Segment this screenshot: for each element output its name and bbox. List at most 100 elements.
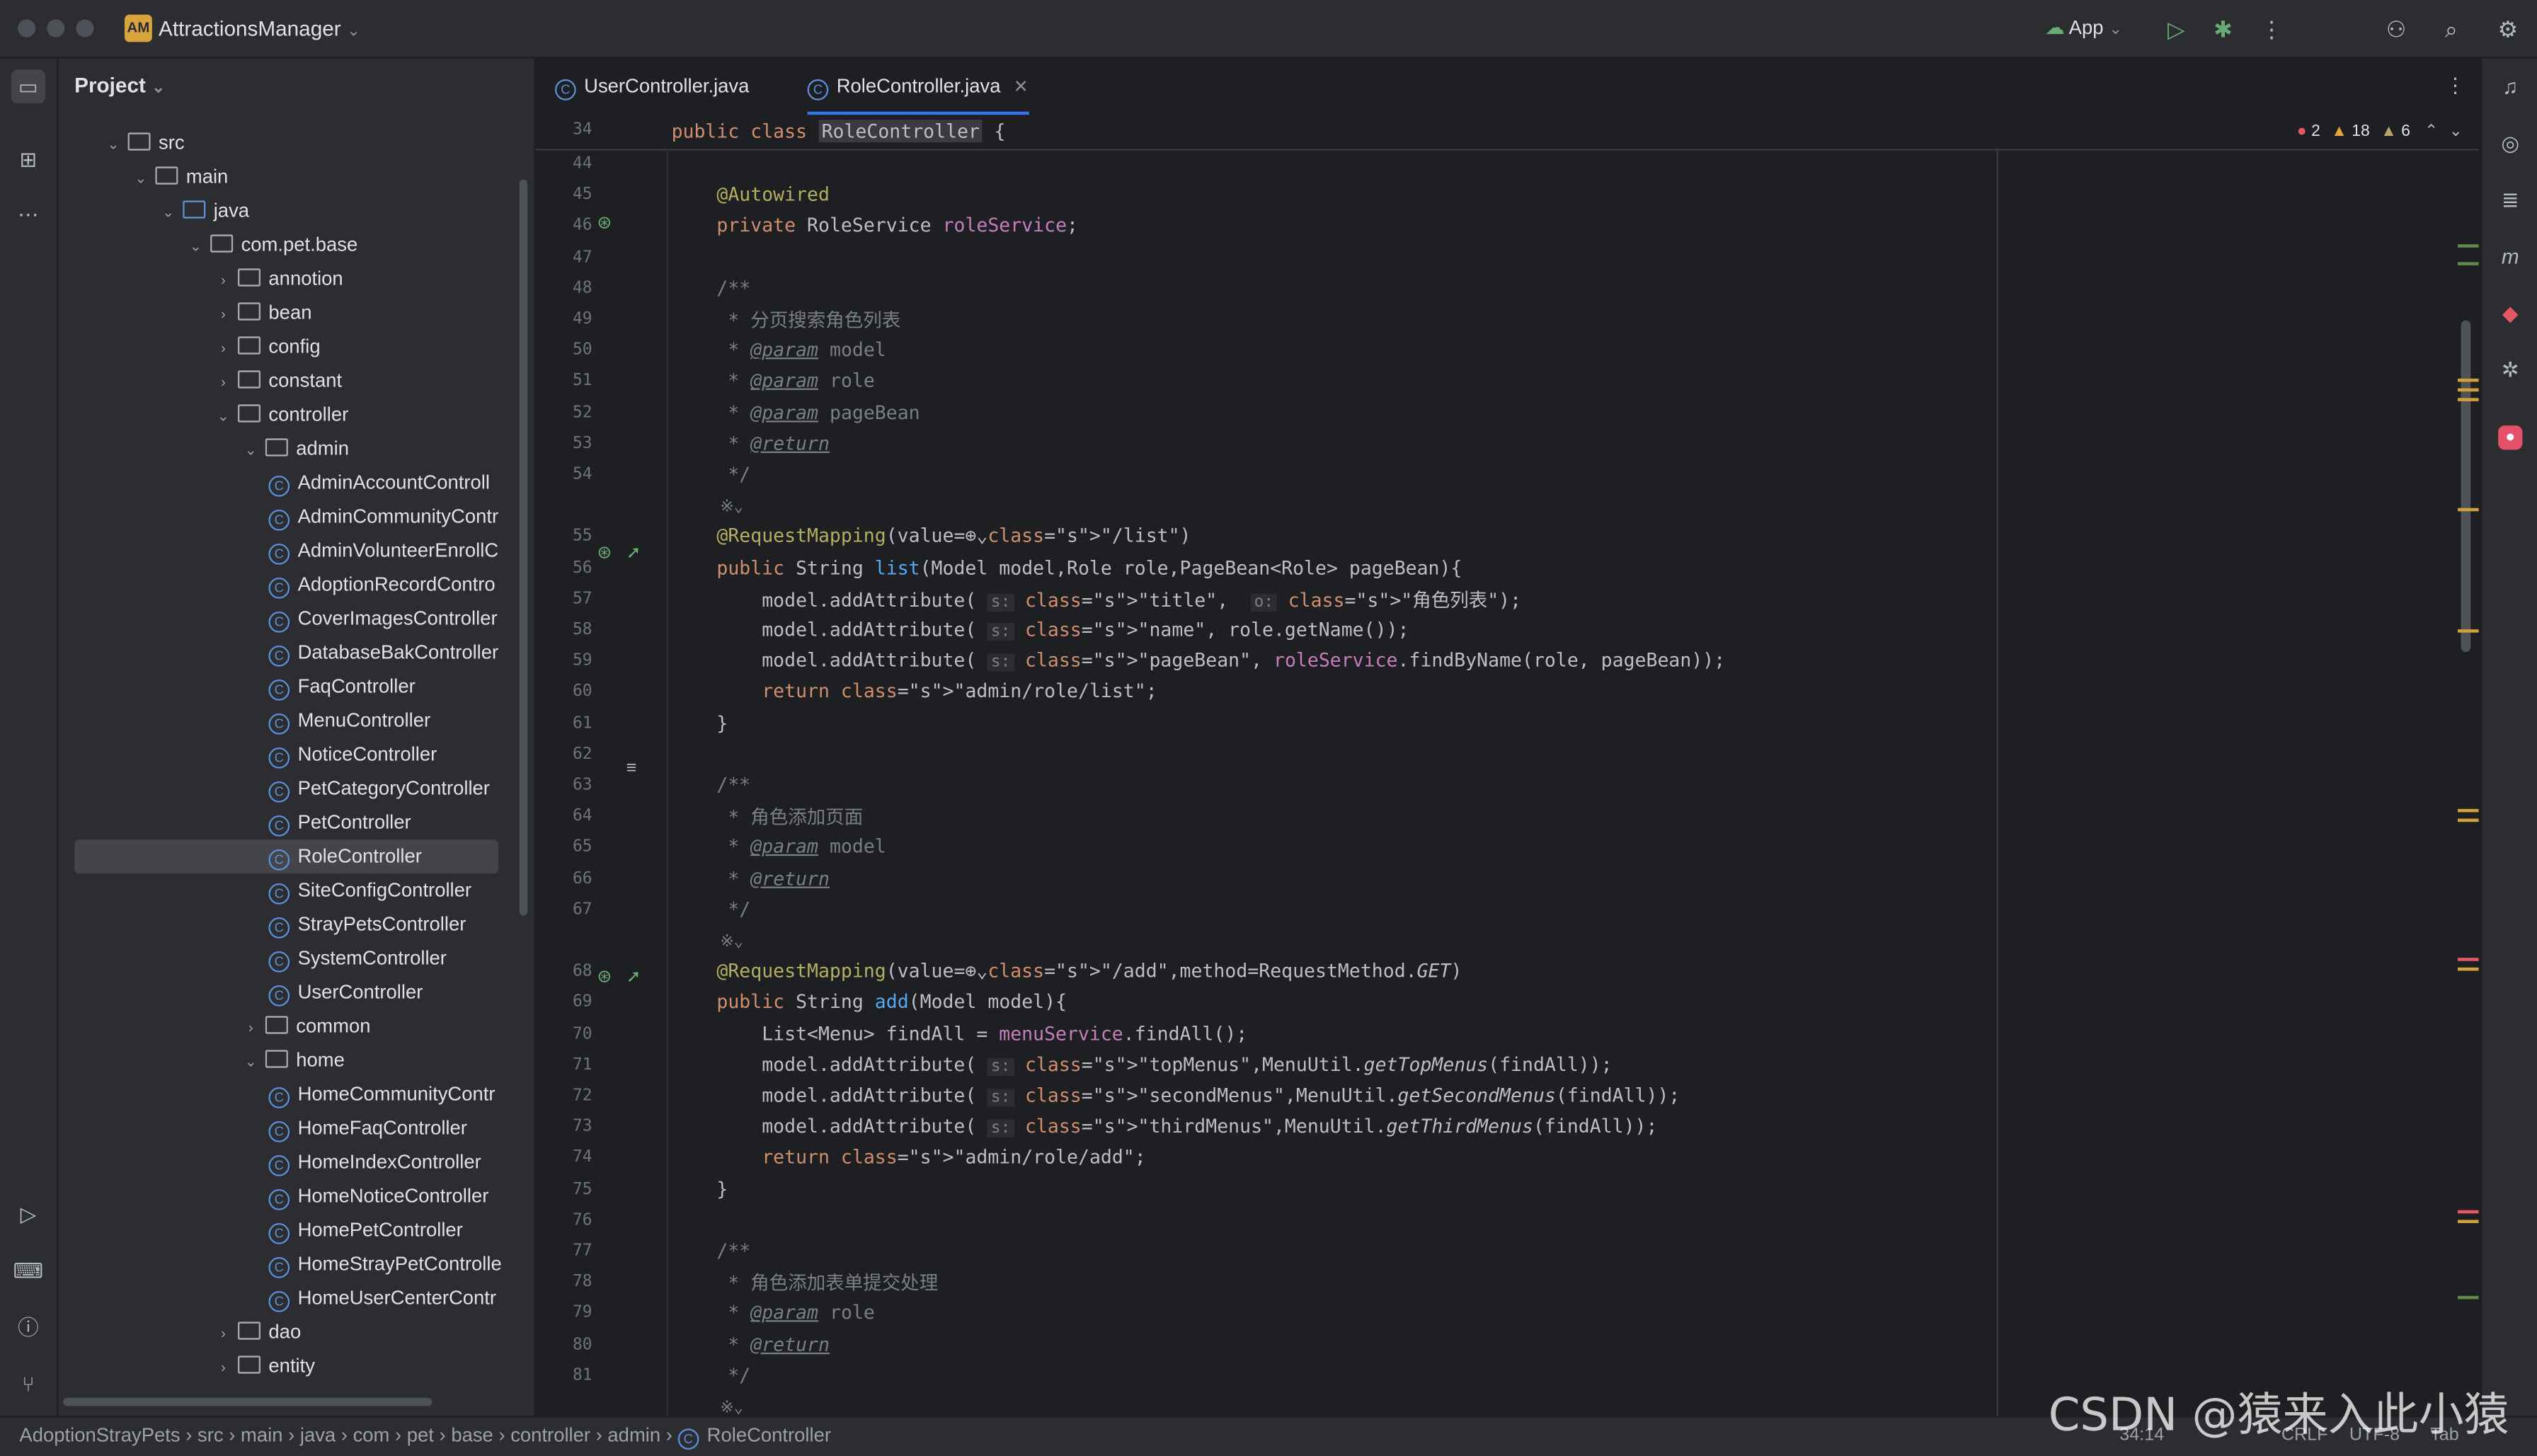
breadcrumb-item[interactable]: base bbox=[451, 1423, 493, 1446]
chevron-down-icon[interactable]: ⌄ bbox=[186, 230, 205, 263]
code-line[interactable]: * 角色添加页面 bbox=[672, 804, 863, 830]
tab-rolecontroller[interactable]: C RoleController.java ✕ bbox=[807, 58, 1029, 115]
tree-item-class[interactable]: C SiteConfigController bbox=[58, 873, 519, 907]
code-line[interactable]: } bbox=[672, 1177, 728, 1200]
breadcrumb-item[interactable]: controller bbox=[510, 1423, 590, 1446]
previous-highlight-icon[interactable]: ⌃ bbox=[2424, 123, 2438, 141]
code-line[interactable]: */ bbox=[672, 1363, 750, 1386]
chevron-right-icon[interactable]: › bbox=[214, 366, 233, 399]
minimize-window-button[interactable] bbox=[47, 19, 65, 38]
code-line[interactable]: @RequestMapping(value=⊕⌄class="s">"/add"… bbox=[672, 960, 1462, 982]
warning-marker[interactable] bbox=[2458, 967, 2479, 971]
breadcrumb-item[interactable]: RoleController bbox=[707, 1423, 831, 1446]
close-window-button[interactable] bbox=[18, 19, 36, 38]
code-line[interactable]: public String list(Model model,Role role… bbox=[672, 556, 1462, 578]
tree-item-class[interactable]: C DatabaseBakController bbox=[58, 636, 519, 670]
code-line[interactable]: model.addAttribute( s: class="s">"topMen… bbox=[672, 1053, 1613, 1076]
breadcrumb-item[interactable]: main bbox=[241, 1423, 282, 1446]
code-line[interactable]: List<Menu> findAll = menuService.findAll… bbox=[672, 1022, 1247, 1045]
tree-item-class[interactable]: C AdminAccountControll bbox=[58, 466, 519, 500]
tree-item-class[interactable]: C HomeUserCenterContr bbox=[58, 1281, 519, 1315]
change-marker[interactable] bbox=[2458, 1295, 2479, 1300]
warning-marker[interactable] bbox=[2458, 378, 2479, 382]
more-actions-icon[interactable]: ⋮ bbox=[2255, 13, 2288, 45]
code-line[interactable]: model.addAttribute( s: class="s">"name",… bbox=[672, 618, 1409, 641]
breadcrumb-item[interactable]: src bbox=[197, 1423, 224, 1446]
debug-icon[interactable]: ✱ bbox=[2207, 13, 2240, 45]
code-line[interactable]: * 分页搜索角色列表 bbox=[672, 307, 900, 333]
breadcrumb-item[interactable]: pet bbox=[407, 1423, 434, 1446]
breadcrumb-item[interactable]: admin bbox=[607, 1423, 660, 1446]
code-line[interactable]: * @param model bbox=[672, 338, 886, 361]
change-marker[interactable] bbox=[2458, 244, 2479, 248]
bean-gutter-icon[interactable]: ⊛ bbox=[597, 212, 612, 233]
project-tree-scrollbar[interactable] bbox=[519, 179, 528, 916]
sticky-header-line[interactable]: 34 public class RoleController { bbox=[535, 115, 2479, 151]
code-line[interactable]: return class="s">"admin/role/list"; bbox=[672, 680, 1157, 703]
project-panel-title[interactable]: Project ⌄ bbox=[74, 73, 165, 97]
inspection-widget[interactable]: ● 2 ▲ 18 ▲ 6 ⌃ ⌄ bbox=[2297, 123, 2463, 141]
tab-usercontroller[interactable]: C UserController.java bbox=[555, 58, 749, 115]
code-line[interactable]: /** bbox=[672, 1239, 750, 1262]
code-line[interactable]: */ bbox=[672, 463, 750, 486]
tree-item-class[interactable]: C PetController bbox=[58, 806, 519, 839]
code-line[interactable]: ※⌄ bbox=[672, 1394, 743, 1416]
close-tab-icon[interactable]: ✕ bbox=[1014, 78, 1029, 97]
tree-item-class[interactable]: C StrayPetsController bbox=[58, 907, 519, 941]
code-line[interactable]: * 角色添加表单提交处理 bbox=[672, 1271, 938, 1297]
tree-item-class[interactable]: C RoleController bbox=[74, 839, 499, 874]
warning-marker[interactable] bbox=[2458, 388, 2479, 392]
run-config-selector[interactable]: ☁ App ⌄ bbox=[2045, 16, 2122, 39]
code-line[interactable]: } bbox=[672, 711, 728, 734]
code-line[interactable]: private RoleService roleService; bbox=[672, 214, 1078, 237]
tree-item-class[interactable]: C HomeFaqController bbox=[58, 1111, 519, 1145]
tree-item-class[interactable]: C HomeIndexController bbox=[58, 1145, 519, 1179]
tree-item-class[interactable]: C NoticeController bbox=[58, 738, 519, 772]
tree-item-class[interactable]: C MenuController bbox=[58, 704, 519, 738]
plugin-gear-icon[interactable]: ✲ bbox=[2493, 352, 2527, 386]
tree-item-class[interactable]: C CoverImagesController bbox=[58, 602, 519, 636]
tree-item-class[interactable]: C PetCategoryController bbox=[58, 772, 519, 806]
tree-item-folder[interactable]: › config bbox=[58, 330, 519, 364]
search-icon[interactable]: ⌕ bbox=[2435, 13, 2468, 45]
code-line[interactable]: model.addAttribute( s: class="s">"title"… bbox=[672, 587, 1521, 613]
tree-item-folder[interactable]: ⌄ controller bbox=[58, 398, 519, 432]
tree-item-folder[interactable]: › bean bbox=[58, 296, 519, 330]
code-line[interactable]: return class="s">"admin/role/add"; bbox=[672, 1146, 1146, 1169]
code-line[interactable]: * @param pageBean bbox=[672, 401, 920, 423]
chevron-right-icon[interactable]: › bbox=[214, 298, 233, 331]
breadcrumb-item[interactable]: java bbox=[300, 1423, 336, 1446]
run-icon[interactable]: ▷ bbox=[2160, 13, 2192, 45]
maximize-window-button[interactable] bbox=[76, 19, 94, 38]
maven-icon[interactable]: m bbox=[2493, 239, 2527, 273]
code-line[interactable]: */ bbox=[672, 898, 750, 920]
structure-icon[interactable]: ⊞ bbox=[11, 142, 45, 176]
project-switcher[interactable]: AttractionsManager ⌄ bbox=[159, 16, 360, 40]
breadcrumb-item[interactable]: com bbox=[353, 1423, 390, 1446]
chevron-down-icon[interactable]: ⌄ bbox=[241, 434, 260, 466]
tree-item-class[interactable]: C HomePetController bbox=[58, 1213, 519, 1247]
code-line[interactable]: /** bbox=[672, 276, 750, 299]
settings-gear-icon[interactable]: ⚙ bbox=[2492, 13, 2524, 45]
code-line[interactable]: * @param role bbox=[672, 1302, 875, 1324]
editor-scrollbar[interactable] bbox=[2461, 320, 2471, 653]
ai-assistant-icon[interactable]: ◎ bbox=[2493, 126, 2527, 160]
run-services-icon[interactable]: ▷ bbox=[11, 1197, 45, 1231]
warning-marker[interactable] bbox=[2458, 818, 2479, 822]
code-line[interactable]: public String add(Model model){ bbox=[672, 991, 1067, 1014]
code-line[interactable]: model.addAttribute( s: class="s">"pageBe… bbox=[672, 649, 1725, 672]
tree-item-folder[interactable]: ⌄ src bbox=[58, 126, 519, 160]
chevron-right-icon[interactable]: › bbox=[241, 1011, 260, 1044]
chevron-down-icon[interactable]: ⌄ bbox=[159, 196, 178, 229]
code-line[interactable]: * @return bbox=[672, 432, 830, 454]
terminal-icon[interactable]: ⌨ bbox=[11, 1254, 45, 1288]
tree-item-class[interactable]: C HomeCommunityContr bbox=[58, 1077, 519, 1111]
tab-options-icon[interactable]: ⋮ bbox=[2445, 73, 2466, 99]
notifications-bell-icon[interactable]: ♫ bbox=[2493, 69, 2527, 103]
code-line[interactable]: ※⌄ bbox=[672, 929, 743, 951]
warning-marker[interactable] bbox=[2458, 398, 2479, 401]
chevron-down-icon[interactable]: ⌄ bbox=[241, 1045, 260, 1078]
next-highlight-icon[interactable]: ⌄ bbox=[2449, 123, 2463, 141]
tree-item-class[interactable]: C AdminVolunteerEnrollC bbox=[58, 534, 519, 568]
error-marker[interactable] bbox=[2458, 1210, 2479, 1214]
